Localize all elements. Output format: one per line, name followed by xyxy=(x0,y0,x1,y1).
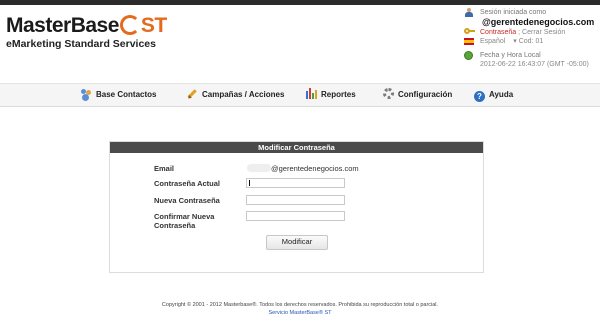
session-started-label: Sesión iniciada como xyxy=(480,9,547,16)
change-password-link[interactable]: Contraseña xyxy=(480,29,516,36)
spain-flag-icon xyxy=(464,38,474,45)
nav-item-label: Campañas / Acciones xyxy=(202,90,285,99)
nav-item-base-contactos[interactable]: Base Contactos xyxy=(81,88,156,102)
bar-chart-icon xyxy=(306,88,317,99)
datetime-label: Fecha y Hora Local xyxy=(480,52,541,59)
datetime-value: 2012-06-22 16:43:07 (GMT -05:00) xyxy=(480,61,589,68)
masterbase-logo[interactable]: MasterBase ST eMarketing Standard Service… xyxy=(6,14,167,51)
user-icon xyxy=(464,8,474,18)
session-code: Cod: 01 xyxy=(518,38,544,45)
session-panel: Sesión iniciada como @gerentedenegocios.… xyxy=(460,8,600,69)
email-value-text: @gerentedenegocios.com xyxy=(271,164,359,173)
session-email: @gerentedenegocios.com xyxy=(482,17,595,27)
new-password-label: Nueva Contraseña xyxy=(154,196,220,205)
pencil-icon xyxy=(185,86,201,102)
nav-item-ayuda[interactable]: ? Ayuda xyxy=(474,88,513,102)
footer-service-link[interactable]: Servicio MasterBase® ST xyxy=(0,309,600,317)
main-nav: Base Contactos Campañas / Acciones Repor… xyxy=(0,83,600,107)
logout-link[interactable]: Cerrar Sesión xyxy=(522,29,565,36)
nav-item-label: Reportes xyxy=(321,90,356,99)
nav-item-reportes[interactable]: Reportes xyxy=(306,88,356,102)
confirm-label-line2: Contraseña xyxy=(154,221,196,230)
footer-copyright: Copyright © 2001 - 2012 Masterbase®. Tod… xyxy=(161,302,439,308)
logo-suffix: ST xyxy=(140,14,167,37)
new-password-field[interactable] xyxy=(246,195,345,205)
clock-icon xyxy=(464,51,473,60)
current-password-label: Contraseña Actual xyxy=(154,179,220,188)
logo-brand: MasterBase xyxy=(6,14,119,37)
confirm-label-line1: Confirmar Nueva xyxy=(154,212,215,221)
current-password-field[interactable] xyxy=(246,178,345,188)
confirm-password-label: Confirmar Nueva Contraseña xyxy=(154,212,214,230)
nav-item-configuracion[interactable]: Configuración xyxy=(383,88,452,102)
nav-item-label: Configuración xyxy=(398,90,453,99)
contacts-icon xyxy=(81,88,92,99)
nav-item-label: Ayuda xyxy=(489,90,514,99)
chevron-down-icon[interactable]: ▾ xyxy=(513,38,517,45)
logo-swirl-icon xyxy=(119,15,140,35)
header: MasterBase ST eMarketing Standard Service… xyxy=(0,5,600,83)
gear-icon xyxy=(383,88,394,99)
logo-tagline: eMarketing Standard Services xyxy=(6,38,156,50)
email-value: @gerentedenegocios.com xyxy=(247,164,359,173)
change-password-panel: Modificar Contraseña Email @gerentedeneg… xyxy=(109,141,484,273)
key-icon xyxy=(464,27,475,37)
nav-item-campanas[interactable]: Campañas / Acciones xyxy=(187,88,284,102)
footer: Copyright © 2001 - 2012 Masterbase®. Tod… xyxy=(0,301,600,317)
modify-button[interactable]: Modificar xyxy=(266,235,328,250)
panel-title: Modificar Contraseña xyxy=(110,142,483,153)
email-label: Email xyxy=(154,164,175,173)
confirm-password-field[interactable] xyxy=(246,211,345,221)
nav-item-label: Base Contactos xyxy=(96,90,157,99)
language-label[interactable]: Español xyxy=(480,38,505,45)
help-icon: ? xyxy=(474,91,485,102)
